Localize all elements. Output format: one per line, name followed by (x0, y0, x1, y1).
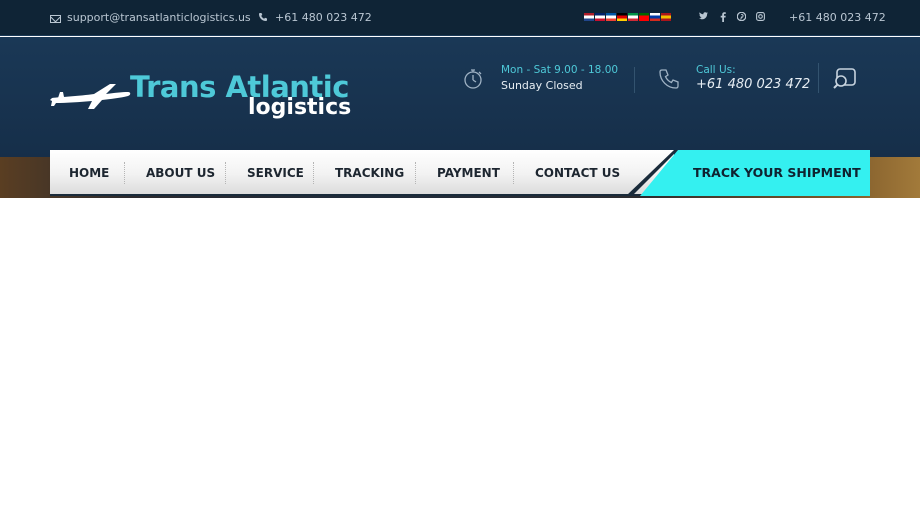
nav-home[interactable]: HOME (69, 150, 109, 196)
top-phone-text: +61 480 023 472 (275, 11, 372, 24)
top-email-link[interactable]: support@transatlanticlogistics.us (50, 11, 251, 24)
top-phone-link[interactable]: +61 480 023 472 (258, 11, 372, 24)
flag-italy-icon[interactable] (628, 13, 638, 21)
facebook-icon[interactable] (718, 12, 727, 25)
hours-line-2: Sunday Closed (501, 79, 583, 92)
hours-line-1: Mon - Sat 9.00 - 18.00 (501, 64, 619, 76)
header-divider (818, 63, 819, 93)
top-bar: support@transatlanticlogistics.us +61 48… (0, 0, 920, 36)
envelope-icon (50, 14, 61, 23)
phone-icon (258, 12, 269, 23)
flag-spain-icon[interactable] (661, 13, 671, 21)
flag-france-icon[interactable] (606, 13, 616, 21)
top-email-text: support@transatlanticlogistics.us (67, 11, 251, 24)
nav-divider (225, 162, 226, 184)
track-shipment-label[interactable]: TRACK YOUR SHIPMENT (693, 150, 861, 196)
phone-icon (659, 69, 679, 89)
site-logo[interactable]: Trans Atlantic logistics (50, 70, 352, 126)
nav-divider (313, 162, 314, 184)
header-divider (634, 67, 635, 93)
flag-portugal-icon[interactable] (639, 13, 649, 21)
flag-uk-icon[interactable] (595, 13, 605, 21)
social-links (699, 11, 765, 25)
nav-divider (513, 162, 514, 184)
nav-divider (415, 162, 416, 184)
search-icon[interactable] (832, 66, 858, 90)
nav-payment[interactable]: PAYMENT (437, 150, 500, 196)
stopwatch-icon (464, 69, 482, 89)
nav-service[interactable]: SERVICE (247, 150, 304, 196)
call-label: Call Us: (696, 64, 736, 76)
nav-about-us[interactable]: ABOUT US (146, 150, 215, 196)
main-nav: HOME ABOUT US SERVICE TRACKING PAYMENT C… (50, 150, 674, 196)
airplane-icon (50, 84, 131, 109)
instagram-icon[interactable] (756, 12, 765, 25)
language-flags (584, 13, 671, 21)
flag-germany-icon[interactable] (617, 13, 627, 21)
pinterest-icon[interactable] (736, 11, 747, 25)
nav-contact-us[interactable]: CONTACT US (535, 150, 620, 196)
top-phone-right-text: +61 480 023 472 (789, 11, 886, 24)
flag-russia-icon[interactable] (650, 13, 660, 21)
logo-subtitle: logistics (248, 95, 352, 120)
twitter-icon[interactable] (699, 12, 708, 25)
call-number: +61 480 023 472 (696, 77, 811, 92)
nav-tracking[interactable]: TRACKING (335, 150, 404, 196)
top-phone-right[interactable]: +61 480 023 472 (789, 11, 886, 24)
flag-netherlands-icon[interactable] (584, 13, 594, 21)
nav-divider (124, 162, 125, 184)
